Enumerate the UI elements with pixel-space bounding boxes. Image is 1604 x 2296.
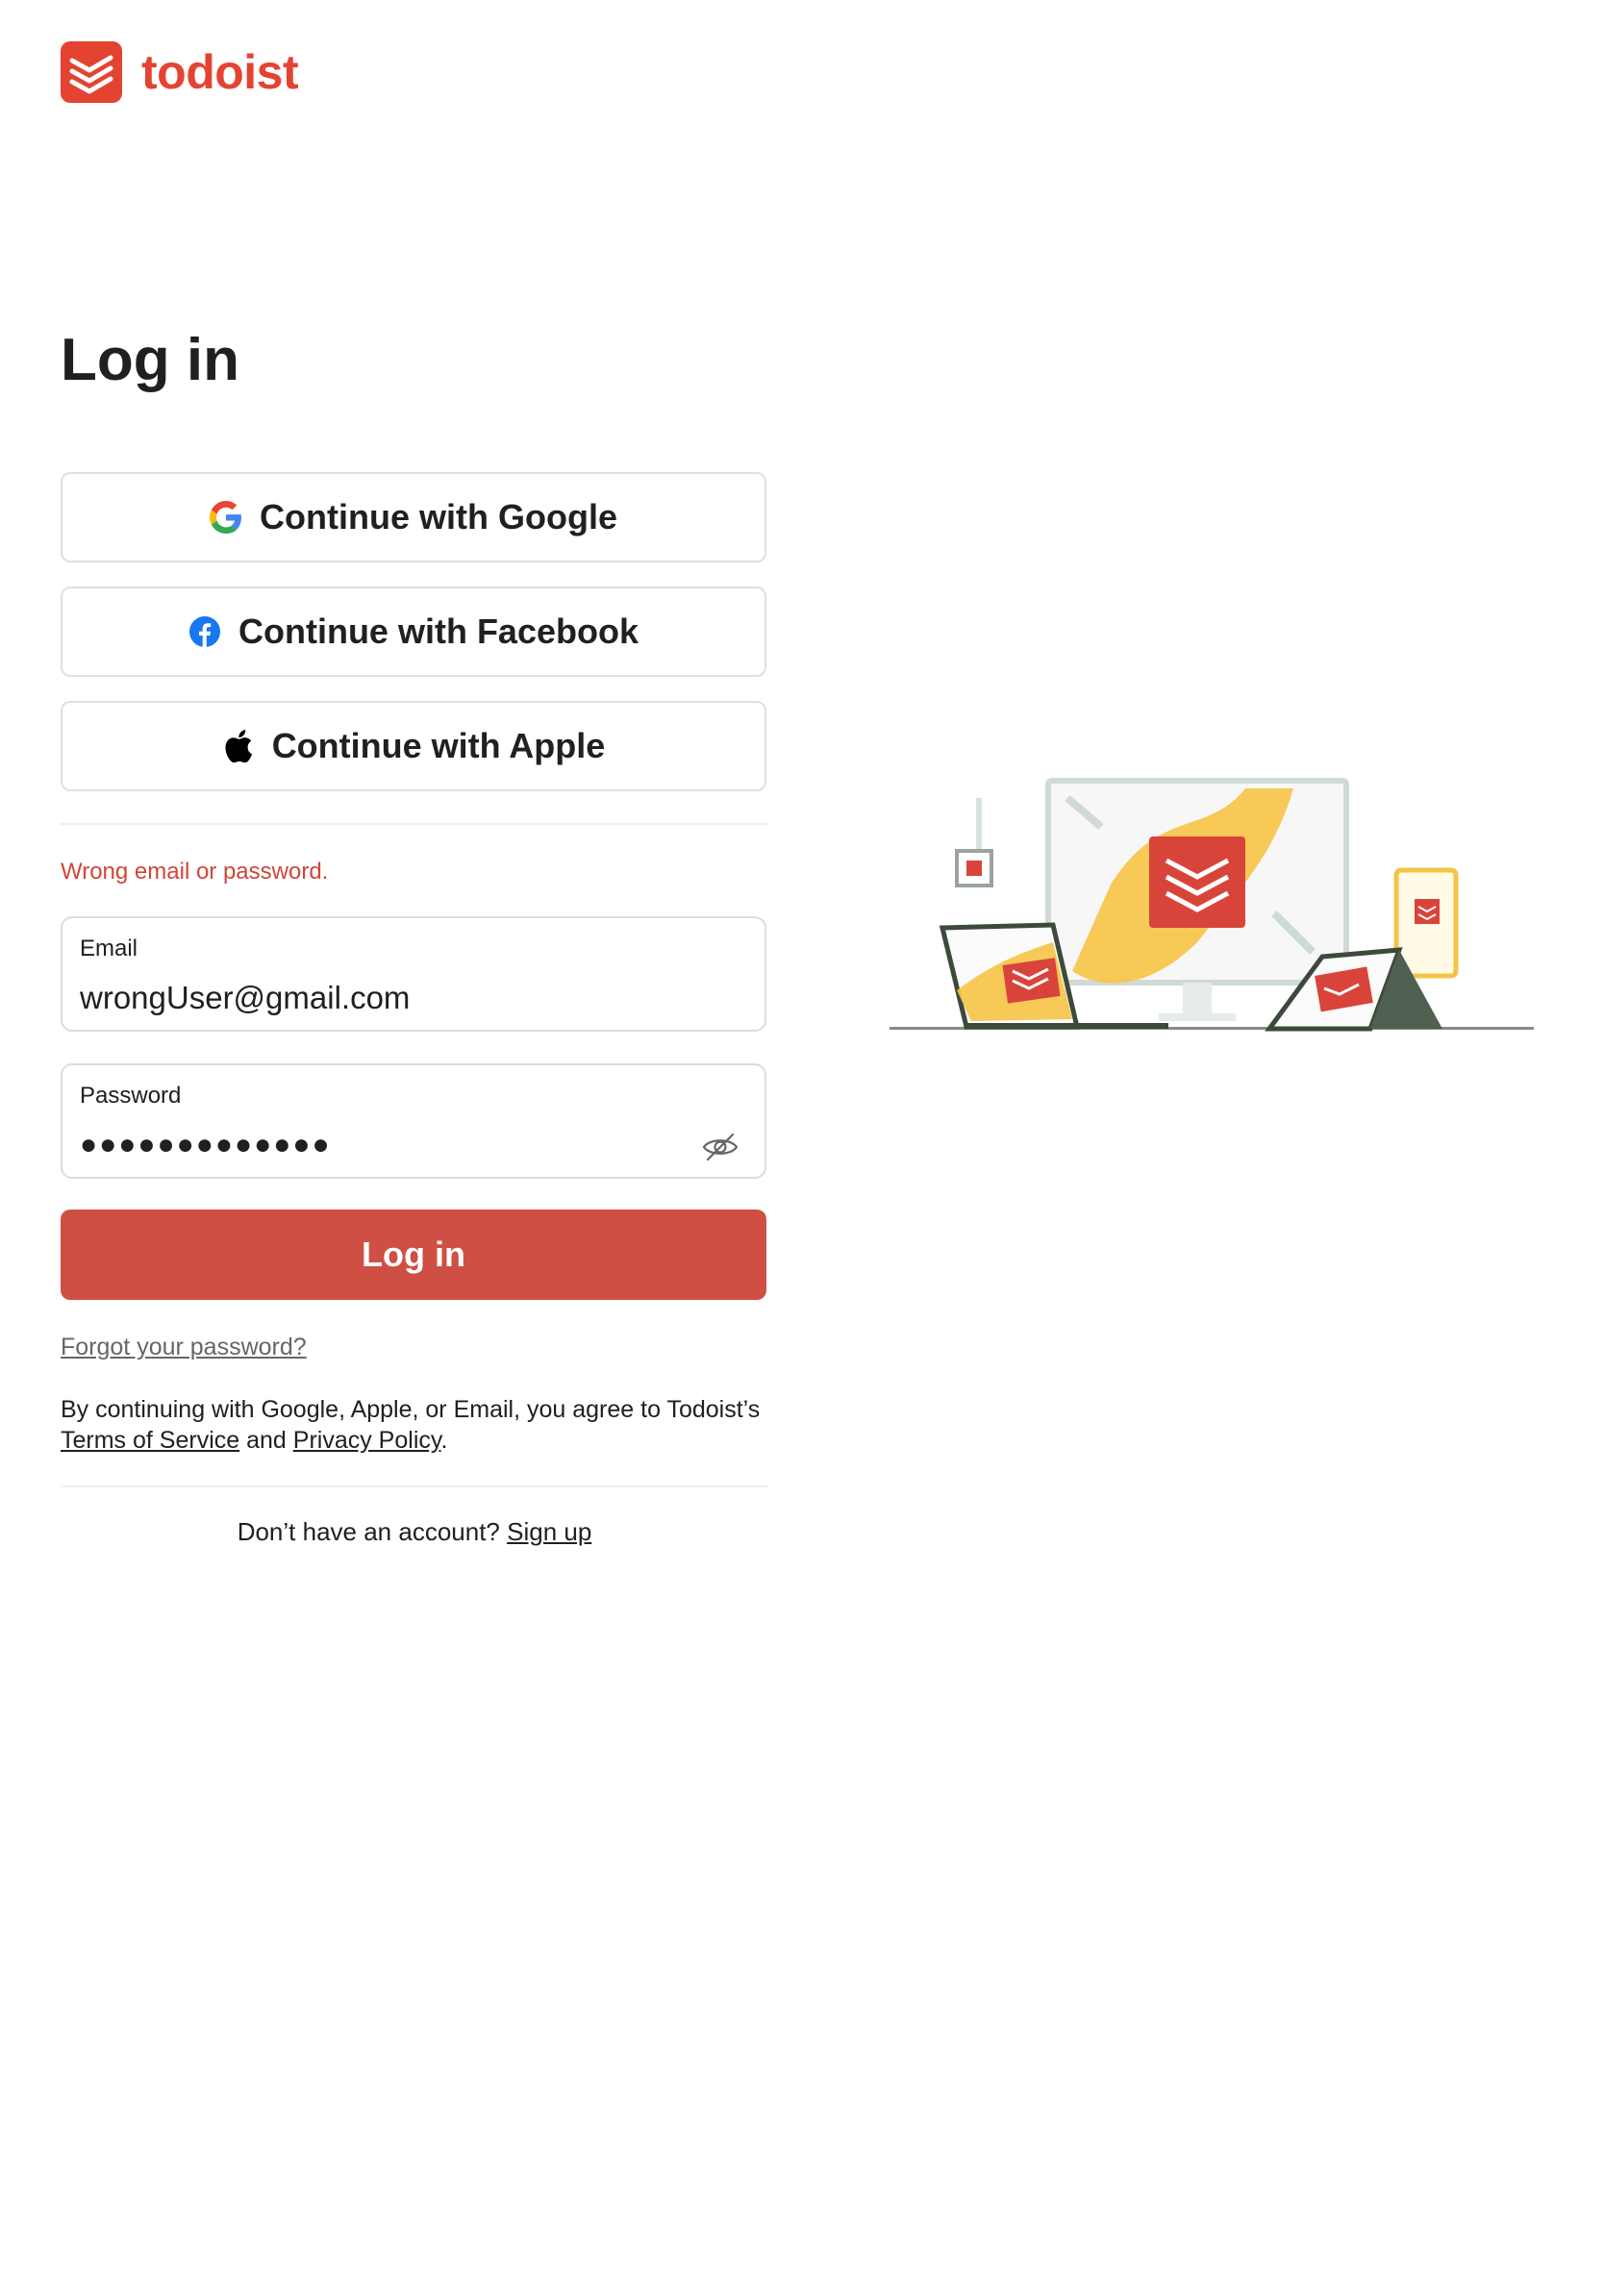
terms-text: By continuing with Google, Apple, or Ema… — [61, 1394, 763, 1456]
todoist-logo-icon — [61, 41, 122, 103]
password-label: Password — [80, 1083, 182, 1109]
password-field[interactable]: Password ●●●●●●●●●●●●● — [61, 1063, 766, 1179]
eye-off-icon[interactable] — [701, 1131, 739, 1163]
facebook-button-label: Continue with Facebook — [238, 611, 639, 651]
terms-prefix: By continuing with Google, Apple, or Ema… — [61, 1396, 761, 1423]
devices-illustration — [890, 769, 1534, 1058]
divider — [61, 1485, 768, 1487]
privacy-policy-link[interactable]: Privacy Policy — [293, 1427, 441, 1454]
signup-prompt: Don’t have an account? — [237, 1517, 508, 1546]
continue-with-apple-button[interactable]: Continue with Apple — [61, 701, 766, 791]
page-title: Log in — [61, 327, 239, 393]
divider — [61, 823, 768, 825]
forgot-password-link[interactable]: Forgot your password? — [61, 1334, 307, 1361]
email-input[interactable]: wrongUser@gmail.com — [80, 980, 410, 1016]
password-input[interactable]: ●●●●●●●●●●●●● — [80, 1129, 332, 1161]
terms-middle: and — [239, 1427, 293, 1454]
email-label: Email — [80, 936, 138, 961]
continue-with-google-button[interactable]: Continue with Google — [61, 472, 766, 562]
todoist-logo[interactable]: todoist — [61, 41, 299, 103]
google-icon — [210, 501, 242, 534]
apple-button-label: Continue with Apple — [271, 726, 606, 765]
error-message: Wrong email or password. — [61, 859, 329, 885]
sign-up-link[interactable]: Sign up — [507, 1517, 591, 1546]
facebook-icon — [188, 615, 221, 648]
google-button-label: Continue with Google — [260, 497, 617, 537]
terms-of-service-link[interactable]: Terms of Service — [61, 1427, 239, 1454]
continue-with-facebook-button[interactable]: Continue with Facebook — [61, 586, 766, 677]
login-page: todoist Log in Continue with Google Cont… — [0, 0, 1604, 2296]
email-field[interactable]: Email wrongUser@gmail.com — [61, 916, 766, 1032]
login-button[interactable]: Log in — [61, 1210, 766, 1300]
terms-suffix: . — [440, 1427, 448, 1454]
apple-icon — [222, 730, 255, 762]
signup-row: Don’t have an account? Sign up — [61, 1517, 768, 1547]
brand-name: todoist — [141, 45, 299, 99]
